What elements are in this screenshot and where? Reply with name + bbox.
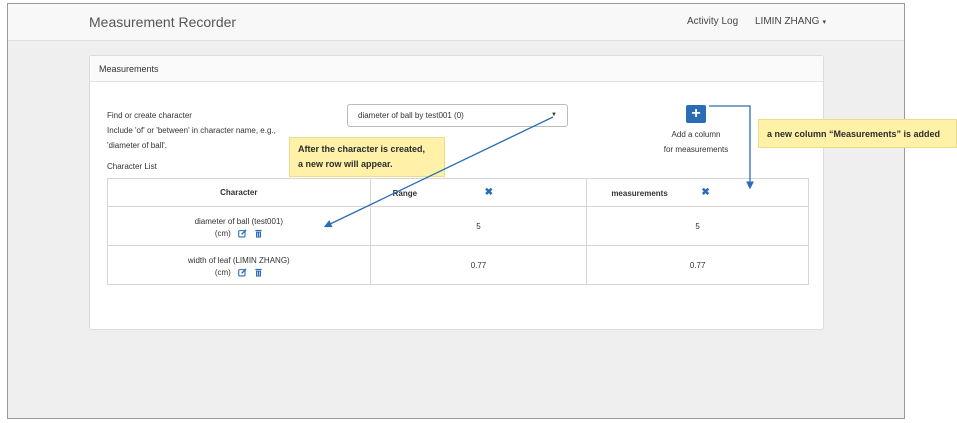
add-column-label-line: for measurements [663,145,729,154]
new-row-callout-line: a new row will appear. [298,159,393,169]
character-name: width of leaf (LIMIN ZHANG) [187,256,290,265]
delete-icon[interactable] [254,268,263,277]
character-table: Character Range ✖ measurements ✖ diamete… [107,178,809,285]
header-measurements: measurements ✖ [586,178,809,207]
table-row: width of leaf (LIMIN ZHANG) (cm) 0.77 0.… [107,245,809,285]
measurements-panel: Measurements Find or create character In… [89,55,824,330]
header-character-label: Character [220,188,258,197]
range-cell[interactable]: 5 [369,206,588,246]
find-label-line: Include 'of' or 'between' in character n… [107,126,276,135]
user-menu[interactable]: LIMIN ZHANG ▾ [755,16,826,27]
character-unit: (cm) [214,268,231,277]
header-range-label: Range [392,189,418,198]
character-unit-line: (cm) [215,229,263,238]
app-window: Measurement Recorder Activity Log LIMIN … [7,3,905,419]
remove-measurements-column-icon[interactable]: ✖ [701,187,709,198]
character-cell: width of leaf (LIMIN ZHANG) (cm) [107,245,371,285]
header-measurements-label: measurements [611,189,668,198]
edit-icon[interactable] [237,229,247,238]
measurement-cell[interactable]: 0.77 [586,245,809,285]
new-column-callout: a new column “Measurements” is added [758,119,957,148]
remove-range-column-icon[interactable]: ✖ [485,187,493,198]
character-name: diameter of ball (test001) [194,217,284,226]
add-column-label-line: Add a column [671,130,721,139]
edit-icon[interactable] [237,268,247,277]
character-unit-line: (cm) [215,268,263,277]
user-name: LIMIN ZHANG [755,16,820,27]
character-select-value: diameter of ball by test001 (0) [358,111,464,120]
new-row-callout: After the character is created, a new ro… [289,137,445,177]
character-list-label: Character List [107,162,157,171]
add-column-button[interactable]: + [686,105,706,123]
character-select[interactable]: diameter of ball by test001 (0) ▼ [347,104,568,127]
delete-icon[interactable] [254,229,263,238]
caret-down-icon: ▼ [551,112,557,118]
find-label-line: Find or create character [107,111,192,120]
panel-heading: Measurements [90,56,823,82]
new-row-callout-line: After the character is created, [298,144,426,154]
range-cell[interactable]: 0.77 [369,245,588,285]
activity-log-link[interactable]: Activity Log [687,16,738,27]
character-unit: (cm) [214,229,231,238]
caret-down-icon: ▾ [822,19,826,26]
measurement-cell[interactable]: 5 [586,206,809,246]
character-cell: diameter of ball (test001) (cm) [107,206,371,246]
add-column-label: Add a column for measurements [643,127,749,157]
table-row: diameter of ball (test001) (cm) 5 5 [107,206,809,246]
table-header-row: Character Range ✖ measurements ✖ [107,178,809,207]
app-title[interactable]: Measurement Recorder [89,14,236,30]
header-character: Character [107,178,371,207]
header-range: Range ✖ [369,178,588,207]
navbar: Measurement Recorder Activity Log LIMIN … [8,4,904,41]
plus-icon: + [691,105,701,122]
